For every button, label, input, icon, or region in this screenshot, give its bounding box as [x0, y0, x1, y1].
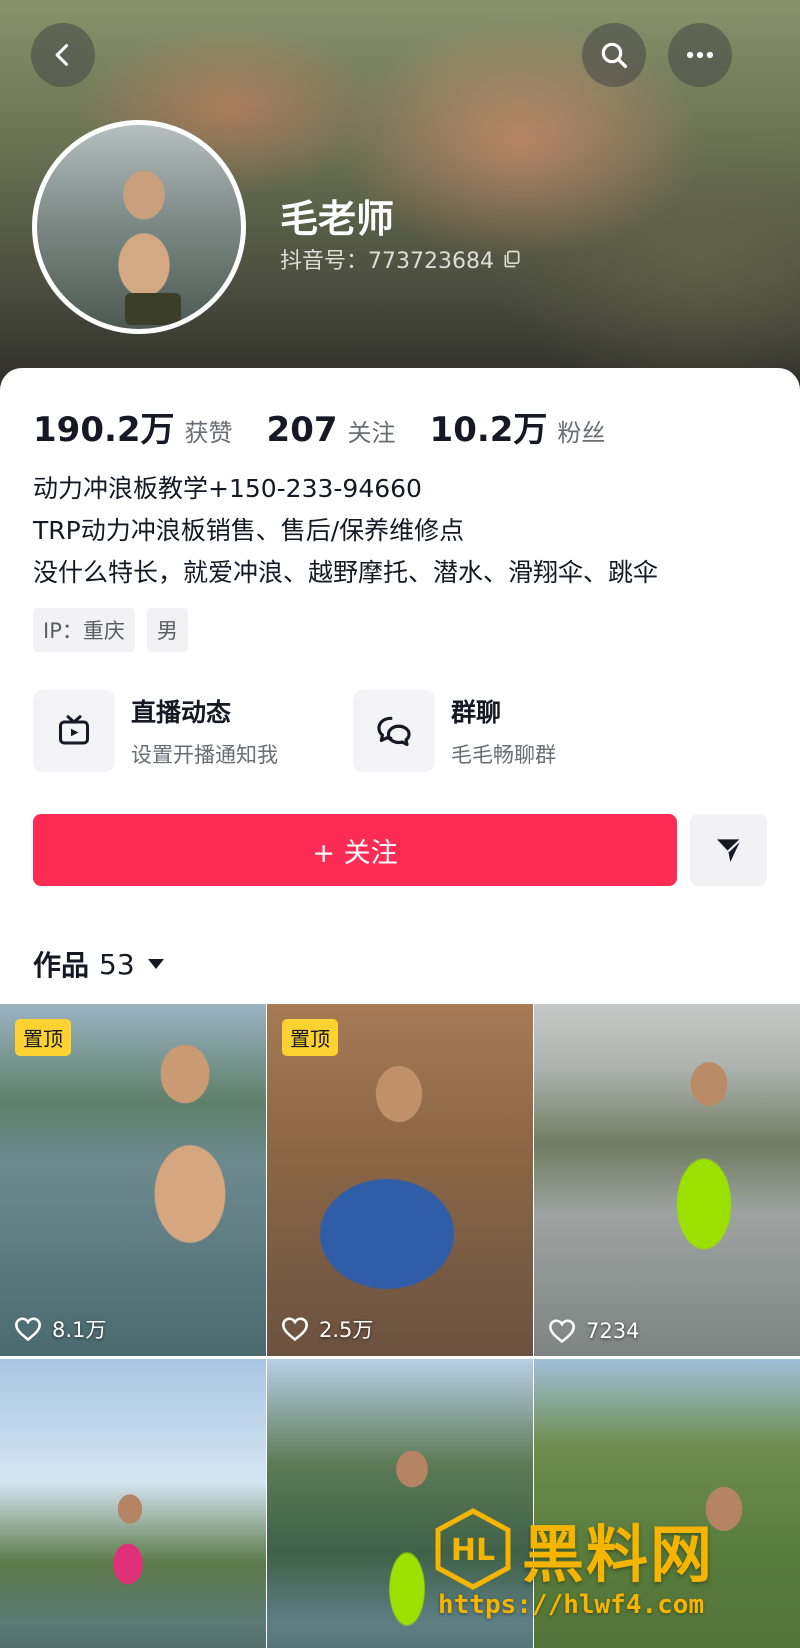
live-feature-title: 直播动态 — [131, 698, 232, 727]
stat-fans-label: 粉丝 — [557, 419, 606, 447]
group-chat-title: 群聊 — [451, 698, 502, 727]
group-chat-icon-box — [353, 690, 435, 772]
stat-likes-value: 190.2万 — [33, 410, 175, 450]
bio-line: 动力冲浪板教学+150-233-94660 — [33, 474, 422, 503]
video-likes: 2.5万 — [281, 1314, 373, 1344]
works-count: 53 — [99, 947, 135, 981]
stat-following-label: 关注 — [347, 419, 396, 447]
back-button[interactable] — [31, 23, 95, 87]
copy-icon[interactable] — [502, 249, 522, 269]
tv-icon — [59, 715, 89, 745]
bio-line: TRP动力冲浪板销售、售后/保养维修点 — [33, 516, 465, 545]
douyin-id-text: 抖音号：773723684 — [280, 249, 494, 274]
group-chat-subtitle: 毛毛畅聊群 — [451, 743, 556, 767]
watermark-logo-text: HL — [451, 1533, 495, 1568]
works-label: 作品 — [33, 949, 90, 982]
follow-button[interactable]: + 关注 — [33, 814, 677, 886]
stats-row: 190.2万 获赞 207 关注 10.2万 粉丝 — [33, 402, 639, 451]
video-tile[interactable]: 置顶 8.1万 — [0, 1004, 266, 1356]
watermark-url: https://hlwf4.com — [438, 1590, 705, 1620]
stat-likes[interactable]: 190.2万 获赞 — [33, 402, 233, 451]
pinned-badge: 置顶 — [282, 1019, 338, 1056]
works-tab[interactable]: 作品 53 — [33, 944, 165, 984]
stat-following[interactable]: 207 关注 — [267, 410, 396, 450]
live-feature[interactable]: 直播动态 设置开播通知我 — [33, 690, 278, 772]
watermark-brand: 黑料网 — [522, 1518, 715, 1591]
send-icon — [716, 838, 742, 862]
video-like-count: 2.5万 — [319, 1318, 374, 1342]
tag-ip-location: IP：重庆 — [33, 608, 135, 652]
video-tile[interactable]: 置顶 2.5万 — [267, 1004, 533, 1356]
bio: 动力冲浪板教学+150-233-94660 TRP动力冲浪板销售、售后/保养维修… — [33, 468, 658, 594]
bio-line: 没什么特长，就爱冲浪、越野摩托、潜水、滑翔伞、跳伞 — [33, 558, 659, 587]
more-button[interactable] — [668, 23, 732, 87]
heart-icon — [15, 1317, 41, 1342]
video-like-count: 7234 — [586, 1319, 640, 1343]
profile-card: 190.2万 获赞 207 关注 10.2万 粉丝 动力冲浪板教学+150-23… — [0, 368, 800, 1648]
search-icon — [601, 42, 628, 69]
stat-following-value: 207 — [266, 410, 338, 450]
avatar[interactable] — [32, 120, 246, 334]
video-likes: 8.1万 — [14, 1314, 106, 1344]
tags-row: IP：重庆 男 — [33, 608, 188, 652]
stat-fans-value: 10.2万 — [429, 410, 548, 450]
video-tile[interactable]: 7234 — [534, 1004, 800, 1356]
profile-nickname: 毛老师 — [280, 197, 395, 241]
heart-icon — [549, 1319, 575, 1344]
watermark: HL 黑料网 https://hlwf4.com — [432, 1504, 772, 1634]
chevron-left-icon — [55, 44, 69, 66]
caret-down-icon[interactable] — [147, 957, 165, 971]
video-likes: 7234 — [548, 1318, 639, 1344]
pinned-badge: 置顶 — [15, 1019, 71, 1056]
search-button[interactable] — [582, 23, 646, 87]
avatar-photo-detail — [125, 293, 181, 325]
video-like-count: 8.1万 — [52, 1318, 107, 1342]
stat-fans[interactable]: 10.2万 粉丝 — [430, 402, 606, 451]
tag-gender: 男 — [146, 608, 188, 652]
douyin-id-row[interactable]: 抖音号：773723684 — [280, 243, 522, 275]
live-icon-box — [33, 690, 115, 772]
stat-likes-label: 获赞 — [184, 419, 233, 447]
send-message-button[interactable] — [690, 814, 767, 886]
heart-icon — [282, 1317, 308, 1342]
live-feature-subtitle: 设置开播通知我 — [131, 743, 278, 767]
group-chat-feature[interactable]: 群聊 毛毛畅聊群 — [353, 690, 556, 772]
more-dots-icon — [686, 51, 714, 59]
video-tile[interactable] — [0, 1359, 266, 1648]
chat-bubbles-icon — [377, 716, 411, 747]
watermark-logo: HL — [435, 1508, 511, 1590]
